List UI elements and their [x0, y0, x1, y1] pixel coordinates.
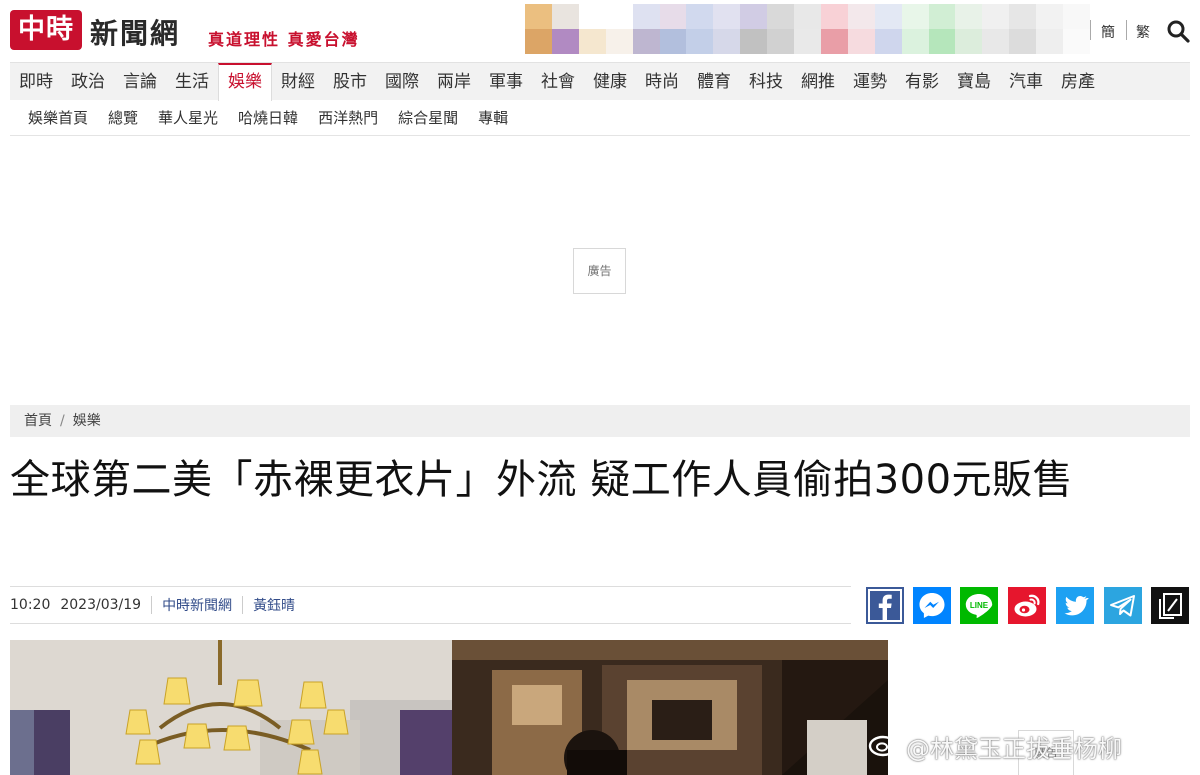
nav-item-19[interactable]: 寶島 [948, 63, 1000, 101]
nav-item-10[interactable]: 軍事 [480, 63, 532, 101]
meta-divider [242, 596, 244, 614]
lang-divider [1126, 20, 1127, 40]
article-source[interactable]: 中時新聞網 [162, 595, 232, 615]
interior-photo [452, 640, 888, 775]
nav-item-8[interactable]: 國際 [376, 63, 428, 101]
nav-item-14[interactable]: 體育 [688, 63, 740, 101]
nav-item-21[interactable]: 房產 [1052, 63, 1104, 101]
facebook-icon [866, 587, 904, 624]
site-slogan: 真道理性 真愛台灣 [208, 30, 360, 49]
telegram-icon [1104, 587, 1142, 624]
telegram-share-button[interactable] [1104, 587, 1142, 624]
breadcrumb-section[interactable]: 娛樂 [73, 413, 101, 429]
sub-nav-item-1[interactable]: 娛樂首頁 [28, 107, 88, 128]
weibo-icon [1008, 587, 1046, 624]
chandelier-photo [10, 640, 452, 775]
sub-nav-item-5[interactable]: 西洋熱門 [318, 107, 378, 128]
weibo-watermark-icon [868, 729, 902, 763]
messenger-icon [913, 587, 951, 624]
site-header: 中時 新聞網 真道理性 真愛台灣 簡 繁 [0, 0, 1200, 62]
messenger-share-button[interactable] [913, 587, 951, 624]
line-share-button[interactable]: LINE [960, 587, 998, 624]
nav-item-11[interactable]: 社會 [532, 63, 584, 101]
nav-item-9[interactable]: 兩岸 [428, 63, 480, 101]
line-icon: LINE [960, 587, 998, 624]
nav-item-3[interactable]: 言論 [114, 63, 166, 101]
nav-item-18[interactable]: 有影 [896, 63, 948, 101]
article-meta: 10:20 2023/03/19 中時新聞網 黃鈺晴 [10, 586, 851, 624]
logo-mark[interactable]: 中時 [10, 10, 82, 50]
lang-traditional-toggle[interactable]: 繁 [1136, 22, 1150, 42]
publish-date: 2023/03/19 [60, 597, 142, 613]
watermark-text: @林黛玉正拔垂杨柳 [906, 734, 1122, 763]
weibo-watermark: @林黛玉正拔垂杨柳 [868, 728, 1122, 764]
nav-item-2[interactable]: 政治 [62, 63, 114, 101]
weibo-share-button[interactable] [1008, 587, 1046, 624]
nav-item-17[interactable]: 運勢 [844, 63, 896, 101]
svg-text:LINE: LINE [970, 601, 989, 610]
lang-simplified-toggle[interactable]: 簡 [1101, 22, 1115, 42]
sub-nav-item-4[interactable]: 哈燒日韓 [238, 107, 298, 128]
copy-link-button[interactable] [1151, 587, 1189, 624]
pixelated-banner-ad[interactable] [525, 4, 1090, 54]
sub-nav-item-6[interactable]: 綜合星聞 [398, 107, 458, 128]
nav-item-4[interactable]: 生活 [166, 63, 218, 101]
breadcrumb-separator: / [60, 413, 65, 429]
article-photo-right[interactable] [452, 640, 888, 775]
nav-item-13[interactable]: 時尚 [636, 63, 688, 101]
nav-item-20[interactable]: 汽車 [1000, 63, 1052, 101]
publish-time: 10:20 [10, 597, 51, 613]
breadcrumb: 首頁 / 娛樂 [10, 405, 1190, 437]
nav-item-7[interactable]: 股市 [324, 63, 376, 101]
article-author[interactable]: 黃鈺晴 [253, 595, 295, 615]
main-category-nav: 即時 政治 言論 生活 娛樂 財經 股市 國際 兩岸 軍事 社會 健康 時尚 體育 科技 網推 運勢 有影 寶島 汽車… [10, 62, 1190, 101]
sub-nav-item-3[interactable]: 華人星光 [158, 107, 218, 128]
search-icon[interactable] [1166, 19, 1190, 43]
twitter-share-button[interactable] [1056, 587, 1094, 624]
header-divider [1090, 20, 1091, 40]
nav-item-12[interactable]: 健康 [584, 63, 636, 101]
twitter-icon [1056, 587, 1094, 624]
entertainment-sub-nav: 娛樂首頁 總覽 華人星光 哈燒日韓 西洋熱門 綜合星聞 專輯 [10, 100, 1190, 136]
nav-item-15[interactable]: 科技 [740, 63, 792, 101]
nav-item-6[interactable]: 財經 [272, 63, 324, 101]
nav-item-1[interactable]: 即時 [10, 63, 62, 101]
logo-text[interactable]: 新聞網 [90, 12, 180, 52]
facebook-share-button[interactable] [866, 587, 904, 624]
ad-placeholder[interactable]: 廣告 [573, 248, 626, 294]
meta-divider [151, 596, 153, 614]
breadcrumb-home[interactable]: 首頁 [24, 413, 52, 429]
article-photo-left[interactable] [10, 640, 452, 775]
sub-nav-item-2[interactable]: 總覽 [108, 107, 138, 128]
sub-nav-item-7[interactable]: 專輯 [478, 107, 508, 128]
article-title: 全球第二美「赤裸更衣片」外流 疑工作人員偷拍300元販售 [10, 457, 1074, 503]
nav-item-5[interactable]: 娛樂 [218, 62, 272, 101]
copy-icon [1151, 587, 1189, 624]
nav-item-16[interactable]: 網推 [792, 63, 844, 101]
